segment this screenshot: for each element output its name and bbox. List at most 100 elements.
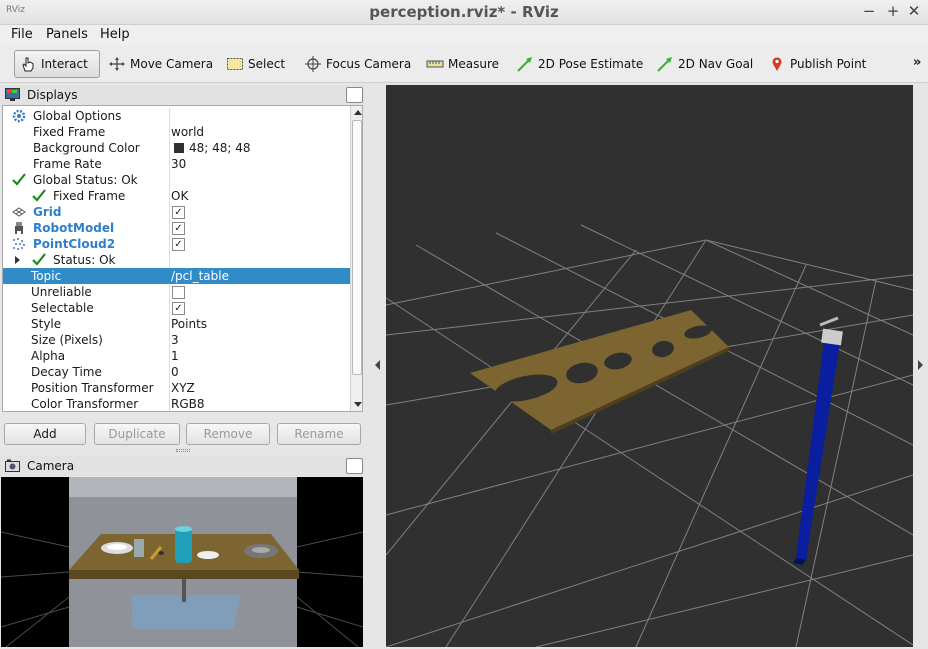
minimize-button[interactable]: − (860, 2, 878, 20)
tree-row-grid[interactable]: Grid ✓ (3, 204, 350, 220)
tool-select[interactable]: Select (222, 50, 289, 78)
tree-row-topic[interactable]: Topic /pcl_table (3, 268, 350, 284)
column-divider (169, 204, 170, 220)
tree-row-position-transformer[interactable]: Position Transformer XYZ (3, 380, 350, 396)
tree-row-robot-model[interactable]: RobotModel ✓ (3, 220, 350, 236)
tree-row-frame-rate[interactable]: Frame Rate 30 (3, 156, 350, 172)
add-button[interactable]: Add (4, 423, 86, 445)
column-divider (169, 364, 170, 380)
tool-interact[interactable]: Interact (14, 50, 100, 78)
tree-row-selectable[interactable]: Selectable ✓ (3, 300, 350, 316)
tool-2d-pose-estimate-label: 2D Pose Estimate (538, 57, 644, 71)
tool-measure[interactable]: Measure (422, 50, 503, 78)
column-divider (169, 396, 170, 411)
panel-splitter-handle[interactable] (176, 449, 190, 452)
column-divider (169, 380, 170, 396)
tool-2d-nav-goal-label: 2D Nav Goal (678, 57, 754, 71)
tree-row-name: RobotModel (33, 221, 115, 235)
hand-pointer-icon (19, 56, 37, 72)
tree-row-alpha[interactable]: Alpha 1 (3, 348, 350, 364)
column-divider (169, 172, 170, 188)
scroll-up-icon[interactable] (354, 110, 362, 115)
scrollbar-thumb[interactable] (352, 120, 362, 375)
tool-publish-point[interactable]: Publish Point (764, 50, 870, 78)
tree-row-global-options[interactable]: Global Options (3, 108, 350, 124)
duplicate-button[interactable]: Duplicate (94, 423, 180, 445)
tree-row-background-color[interactable]: Background Color 48; 48; 48 (3, 140, 350, 156)
fixed-frame-value[interactable]: world (171, 125, 204, 139)
close-button[interactable]: ✕ (905, 2, 923, 20)
background-color-value[interactable]: 48; 48; 48 (189, 141, 251, 155)
tree-row-name: Alpha (31, 349, 66, 363)
check-ok-icon (32, 188, 46, 205)
robot-model-enabled-checkbox[interactable]: ✓ (172, 222, 185, 235)
column-divider (169, 124, 170, 140)
tree-row-name: Global Status: Ok (33, 173, 138, 187)
camera-panel-undock-button[interactable] (346, 458, 363, 474)
maximize-button[interactable]: + (884, 2, 902, 20)
topic-value[interactable]: /pcl_table (171, 269, 229, 283)
tool-2d-pose-estimate[interactable]: 2D Pose Estimate (512, 50, 647, 78)
column-divider (169, 188, 170, 204)
tree-row-name: Style (31, 317, 62, 331)
expand-arrow-icon[interactable] (15, 256, 20, 264)
toolbar-overflow-button[interactable]: » (913, 55, 921, 70)
color-transformer-value[interactable]: RGB8 (171, 397, 205, 411)
camera-image-view[interactable] (1, 477, 363, 647)
ruler-icon (426, 56, 444, 72)
frame-rate-value[interactable]: 30 (171, 157, 186, 171)
alpha-value[interactable]: 1 (171, 349, 179, 363)
tree-row-decay-time[interactable]: Decay Time 0 (3, 364, 350, 380)
displays-scrollbar[interactable] (350, 106, 362, 411)
move-arrows-icon (108, 56, 126, 72)
tree-row-unreliable[interactable]: Unreliable (3, 284, 350, 300)
tree-row-name: PointCloud2 (33, 237, 116, 251)
tree-row-pc2-status[interactable]: Status: Ok (3, 252, 350, 268)
tree-row-name: Global Options (33, 109, 122, 123)
menu-file[interactable]: File (11, 27, 33, 42)
tree-row-name: Selectable (31, 301, 94, 315)
column-divider (169, 284, 170, 300)
size-pixels-value[interactable]: 3 (171, 333, 179, 347)
menu-help[interactable]: Help (100, 27, 130, 42)
tree-row-fixed-frame[interactable]: Fixed Frame world (3, 124, 350, 140)
collapse-left-icon[interactable] (375, 360, 380, 370)
color-swatch (174, 143, 184, 153)
tree-row-point-cloud2[interactable]: PointCloud2 ✓ (3, 236, 350, 252)
tool-select-label: Select (248, 57, 286, 71)
tree-row-name: Background Color (33, 141, 140, 155)
3d-render-viewport[interactable] (386, 85, 913, 647)
decay-time-value[interactable]: 0 (171, 365, 179, 379)
column-divider (169, 220, 170, 236)
menu-bar: File Panels Help (0, 25, 928, 45)
tool-move-camera[interactable]: Move Camera (104, 50, 217, 78)
tree-row-name: Fixed Frame (53, 189, 126, 203)
collapse-right-icon[interactable] (918, 360, 923, 370)
style-value[interactable]: Points (171, 317, 207, 331)
displays-panel-undock-button[interactable] (346, 87, 363, 103)
crosshair-icon (304, 56, 322, 72)
position-transformer-value[interactable]: XYZ (171, 381, 195, 395)
column-divider (169, 316, 170, 332)
tool-2d-nav-goal[interactable]: 2D Nav Goal (652, 50, 757, 78)
map-pin-icon (768, 56, 786, 72)
tree-row-style[interactable]: Style Points (3, 316, 350, 332)
tree-row-color-transformer[interactable]: Color Transformer RGB8 (3, 396, 350, 411)
column-divider (169, 348, 170, 364)
window-title: perception.rviz* - RViz (369, 3, 559, 21)
column-divider (169, 156, 170, 172)
grid-enabled-checkbox[interactable]: ✓ (172, 206, 185, 219)
tree-row-status-fixed-frame[interactable]: Fixed Frame OK (3, 188, 350, 204)
displays-panel-title: Displays (27, 88, 78, 102)
rename-button[interactable]: Rename (277, 423, 361, 445)
remove-button[interactable]: Remove (186, 423, 270, 445)
menu-panels[interactable]: Panels (46, 27, 88, 42)
tree-row-global-status[interactable]: Global Status: Ok (3, 172, 350, 188)
scroll-down-icon[interactable] (354, 402, 362, 407)
selectable-checkbox[interactable]: ✓ (172, 302, 185, 315)
displays-tree[interactable]: Global Options Fixed Frame world Backgro… (2, 105, 363, 412)
tool-focus-camera[interactable]: Focus Camera (300, 50, 415, 78)
point-cloud2-enabled-checkbox[interactable]: ✓ (172, 238, 185, 251)
tree-row-size-pixels[interactable]: Size (Pixels) 3 (3, 332, 350, 348)
unreliable-checkbox[interactable] (172, 286, 185, 299)
